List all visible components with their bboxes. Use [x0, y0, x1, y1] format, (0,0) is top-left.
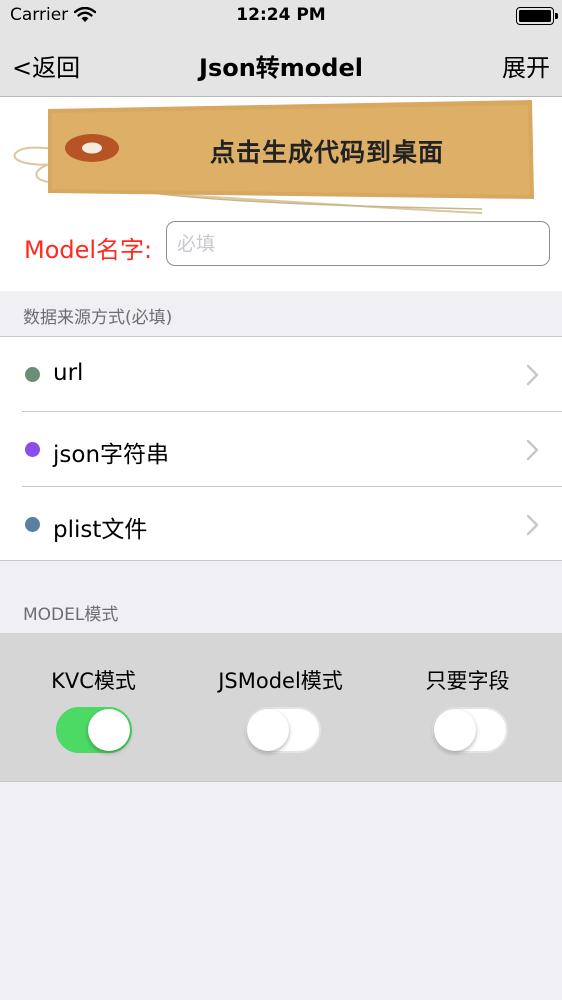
page-title: Json转model	[199, 54, 363, 82]
status-dot	[25, 367, 40, 382]
status-dot	[25, 517, 40, 532]
chevron-right-icon	[526, 514, 540, 540]
switch-kvc-mode: KVC模式	[0, 633, 187, 782]
list-item-label: url	[53, 360, 84, 386]
back-button[interactable]: <返回	[12, 48, 80, 83]
data-source-list: url json字符串 plist文件	[0, 336, 562, 561]
chevron-right-icon	[526, 439, 540, 465]
status-time: 12:24 PM	[236, 5, 326, 25]
toggle-knob	[88, 709, 130, 751]
jsmodel-mode-toggle[interactable]	[245, 707, 321, 753]
battery-icon	[516, 7, 558, 25]
kvc-mode-toggle[interactable]	[56, 707, 132, 753]
header-panel: 点击生成代码到桌面 Model名字:	[0, 97, 562, 291]
status-bar: Carrier 12:24 PM	[0, 0, 562, 32]
list-item-label: plist文件	[53, 517, 148, 543]
model-name-label: Model名字:	[24, 236, 153, 264]
list-item-json-string[interactable]: json字符串	[0, 412, 562, 487]
model-mode-switches: KVC模式 JSModel模式 只要字段	[0, 633, 562, 782]
switch-fields-only: 只要字段	[374, 633, 561, 782]
switch-label: 只要字段	[425, 669, 510, 693]
expand-button[interactable]: 展开	[502, 48, 550, 83]
list-item-plist-file[interactable]: plist文件	[0, 487, 562, 562]
list-item-label: json字符串	[53, 442, 170, 468]
data-source-header: 数据来源方式(必填)	[23, 308, 173, 328]
toggle-knob	[434, 709, 476, 751]
switch-label: KVC模式	[51, 669, 136, 693]
tag-text: 点击生成代码到桌面	[210, 138, 445, 167]
switch-jsmodel-mode: JSModel模式	[187, 633, 374, 782]
chevron-right-icon	[526, 364, 540, 390]
toggle-knob	[247, 709, 289, 751]
status-dot	[25, 442, 40, 457]
fields-only-toggle[interactable]	[432, 707, 508, 753]
list-item-url[interactable]: url	[0, 337, 562, 412]
model-mode-header: MODEL模式	[23, 605, 119, 625]
navigation-bar: <返回 Json转model 展开	[0, 32, 562, 97]
generate-code-tag-button[interactable]: 点击生成代码到桌面	[12, 99, 540, 219]
switch-label: JSModel模式	[218, 669, 343, 693]
model-name-input[interactable]	[166, 221, 550, 266]
